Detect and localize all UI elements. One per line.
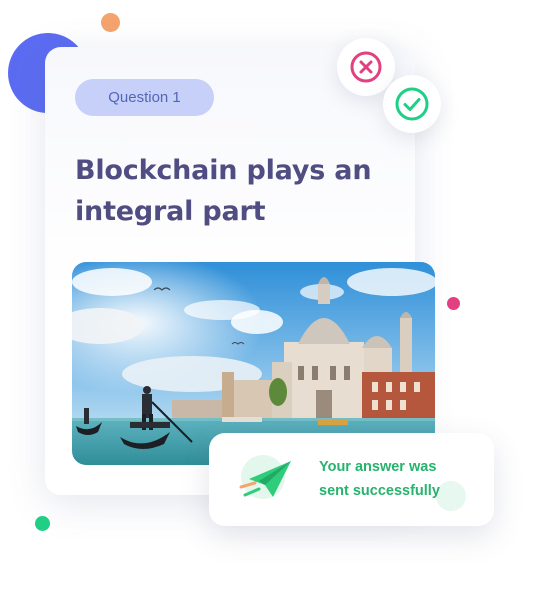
question-title: Blockchain plays an integral part — [75, 155, 372, 227]
question-badge: Question 1 — [75, 79, 214, 116]
success-notification: Your answer was sent successfully — [209, 433, 494, 526]
notification-message: Your answer was sent successfully — [319, 459, 440, 499]
reject-answer-button[interactable] — [337, 38, 395, 96]
decorative-dot-green — [35, 516, 50, 531]
close-circle-icon — [350, 51, 382, 83]
question-badge-label: Question 1 — [108, 89, 181, 106]
check-circle-icon — [395, 87, 429, 121]
decorative-dot-orange — [101, 13, 120, 32]
accept-answer-button[interactable] — [383, 75, 441, 133]
decorative-dot-pink — [447, 297, 460, 310]
paper-plane-icon — [235, 453, 295, 505]
